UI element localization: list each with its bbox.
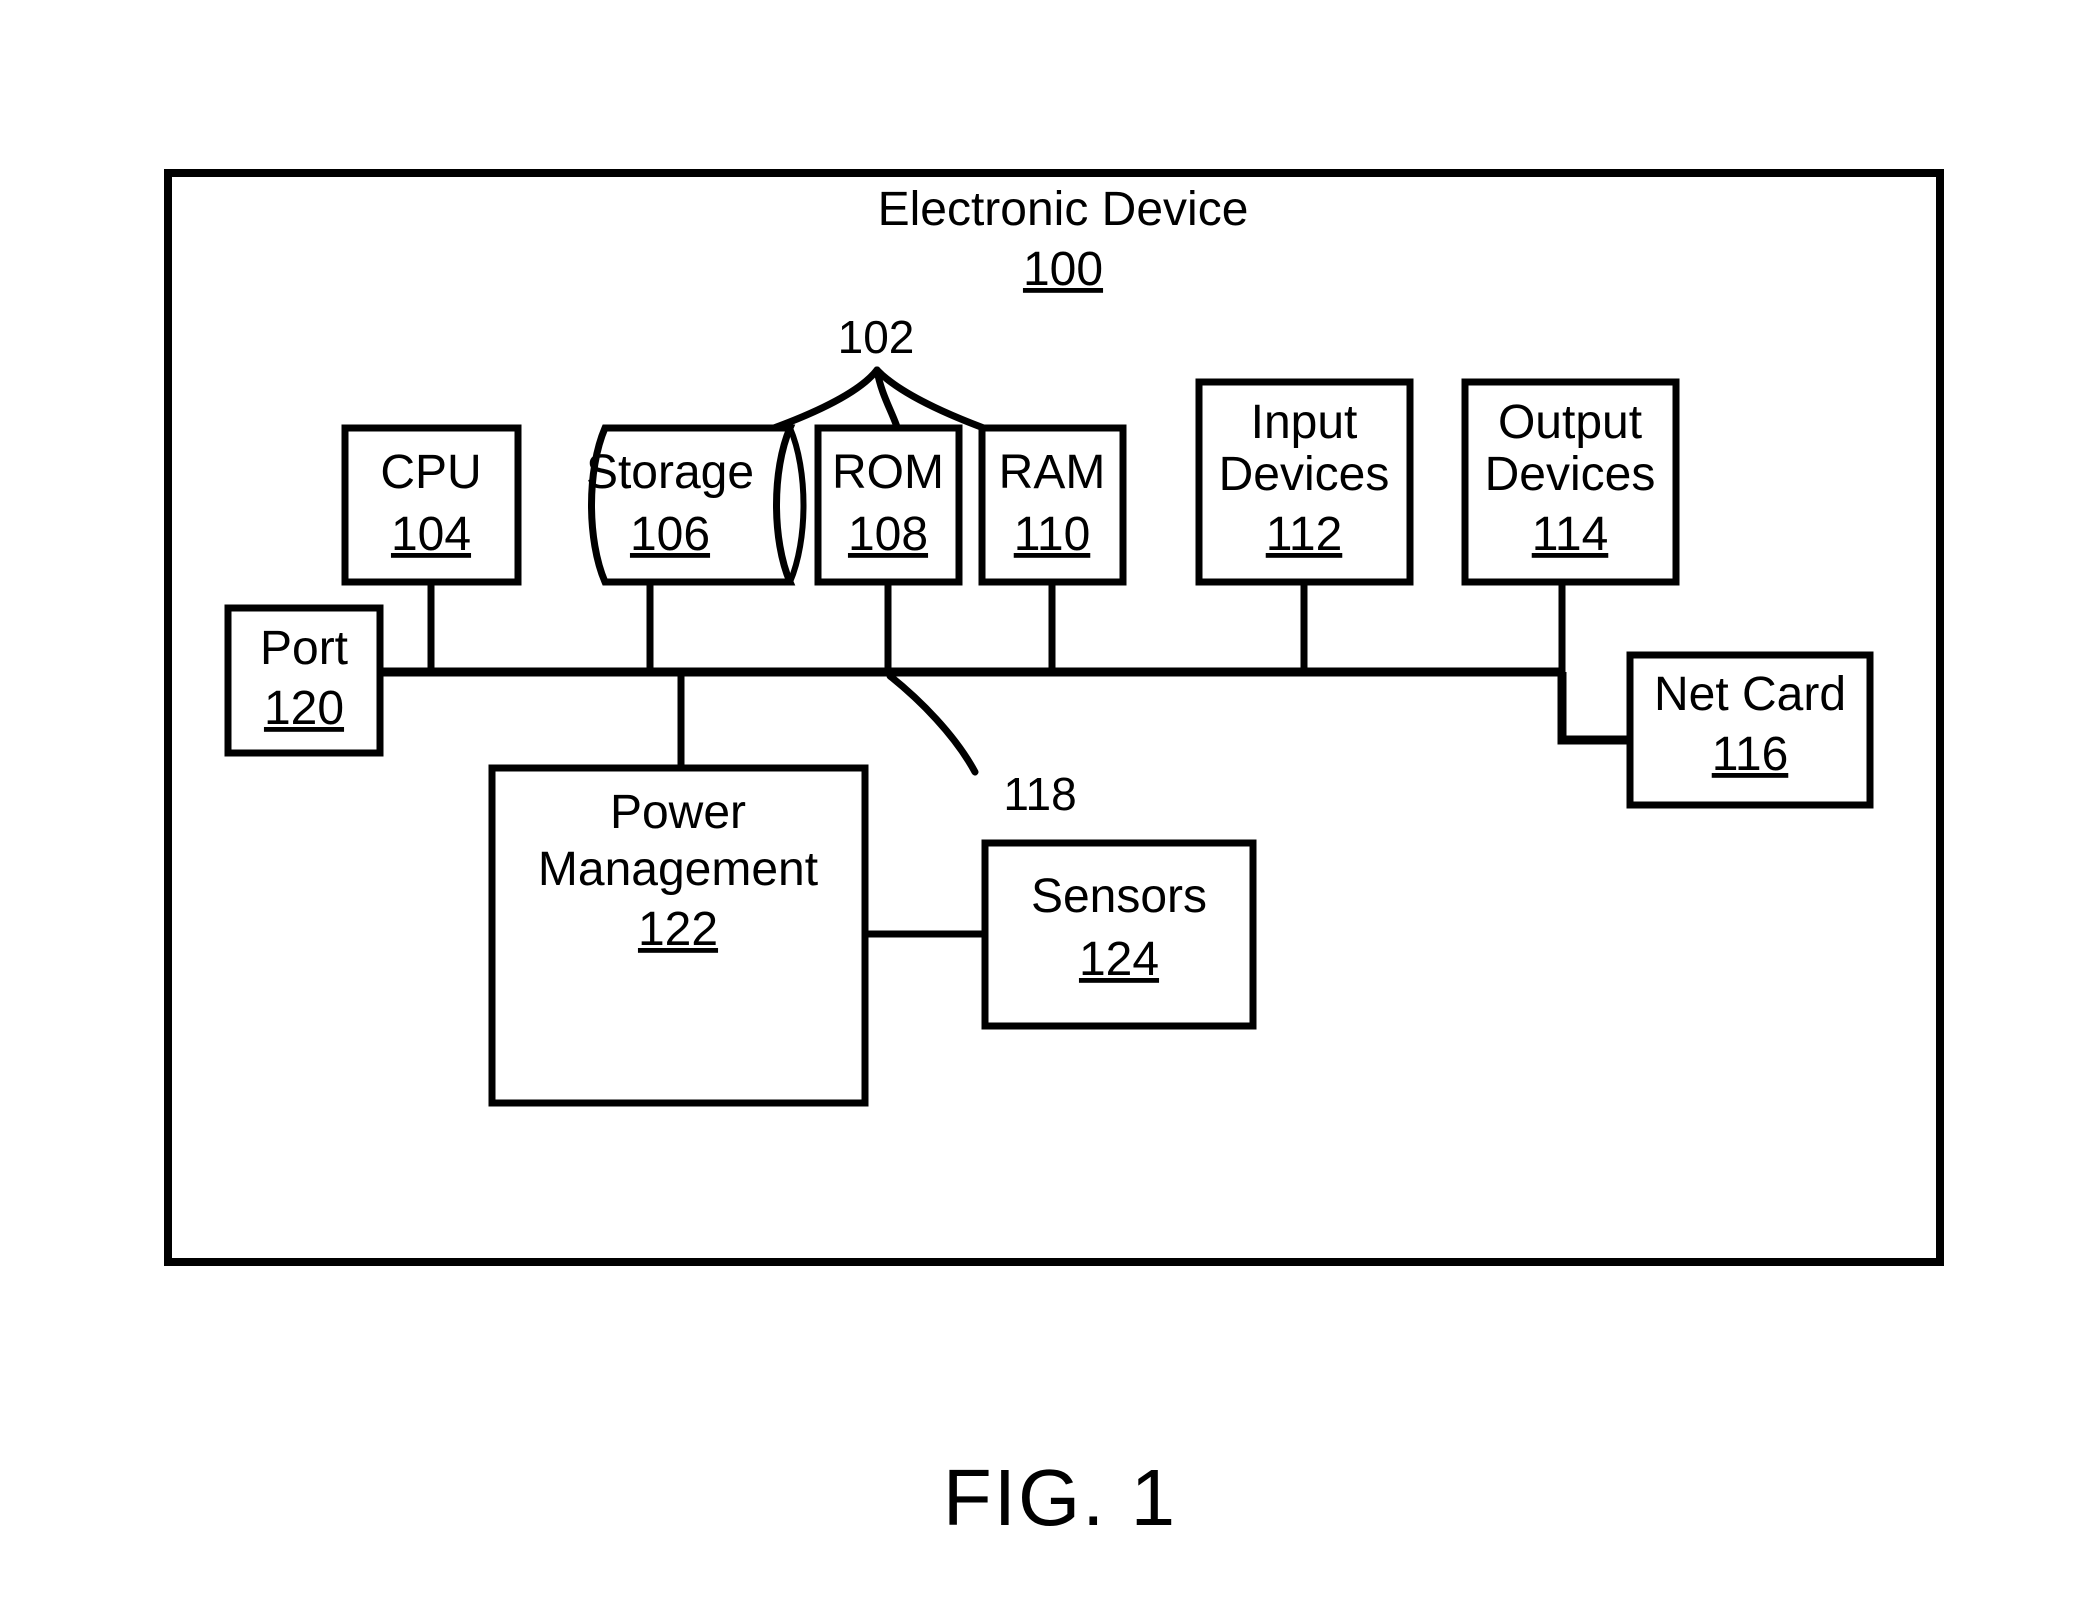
block-net-card-label: Net Card xyxy=(1654,668,1846,721)
callout-118-label: 118 xyxy=(1003,768,1076,820)
block-input-devices-ref: 112 xyxy=(1266,508,1343,561)
block-net-card[interactable]: Net Card 116 xyxy=(1626,651,1874,809)
block-output-devices-label-line2: Devices xyxy=(1485,448,1656,501)
block-cpu-label: CPU xyxy=(380,446,481,499)
block-port-label: Port xyxy=(260,622,348,675)
device-title: Electronic Device xyxy=(878,183,1249,236)
block-input-devices-label-line2: Devices xyxy=(1219,448,1390,501)
block-sensors-ref: 124 xyxy=(1079,933,1159,986)
callout-102-label: 102 xyxy=(838,311,915,363)
block-input-devices[interactable]: Input Devices 112 xyxy=(1195,378,1414,586)
block-power-management-label-line1: Power xyxy=(610,786,746,839)
block-cpu[interactable]: CPU 104 xyxy=(341,424,522,586)
block-port[interactable]: Port 120 xyxy=(224,604,384,757)
figure-caption: FIG. 1 xyxy=(943,1453,1177,1542)
block-power-management-label-line2: Management xyxy=(538,843,818,896)
block-power-management[interactable]: Power Management 122 xyxy=(488,764,869,1107)
block-storage-label: Storage xyxy=(586,446,754,499)
device-ref-number: 100 xyxy=(1023,243,1103,296)
block-rom[interactable]: ROM 108 xyxy=(814,424,963,586)
figure-root: Electronic Device 100 102 CPU 104 Storag… xyxy=(0,0,2081,1605)
block-rom-label: ROM xyxy=(832,446,944,499)
block-net-card-ref: 116 xyxy=(1712,728,1789,781)
block-ram[interactable]: RAM 110 xyxy=(978,424,1127,586)
block-rom-ref: 108 xyxy=(848,508,928,561)
electronic-device-block-diagram: Electronic Device 100 102 CPU 104 Storag… xyxy=(164,169,1944,1542)
block-output-devices-label-line1: Output xyxy=(1498,396,1642,449)
block-storage-ref: 106 xyxy=(630,508,710,561)
block-input-devices-label-line1: Input xyxy=(1251,396,1358,449)
block-cpu-ref: 104 xyxy=(391,508,471,561)
block-sensors-label: Sensors xyxy=(1031,870,1207,923)
block-ram-label: RAM xyxy=(999,446,1106,499)
block-output-devices[interactable]: Output Devices 114 xyxy=(1461,378,1680,586)
block-output-devices-ref: 114 xyxy=(1532,508,1609,561)
block-storage[interactable]: Storage 106 xyxy=(586,424,807,586)
block-port-ref: 120 xyxy=(264,682,344,735)
block-sensors[interactable]: Sensors 124 xyxy=(981,839,1257,1030)
block-ram-ref: 110 xyxy=(1014,508,1091,561)
block-power-management-ref: 122 xyxy=(638,903,718,956)
